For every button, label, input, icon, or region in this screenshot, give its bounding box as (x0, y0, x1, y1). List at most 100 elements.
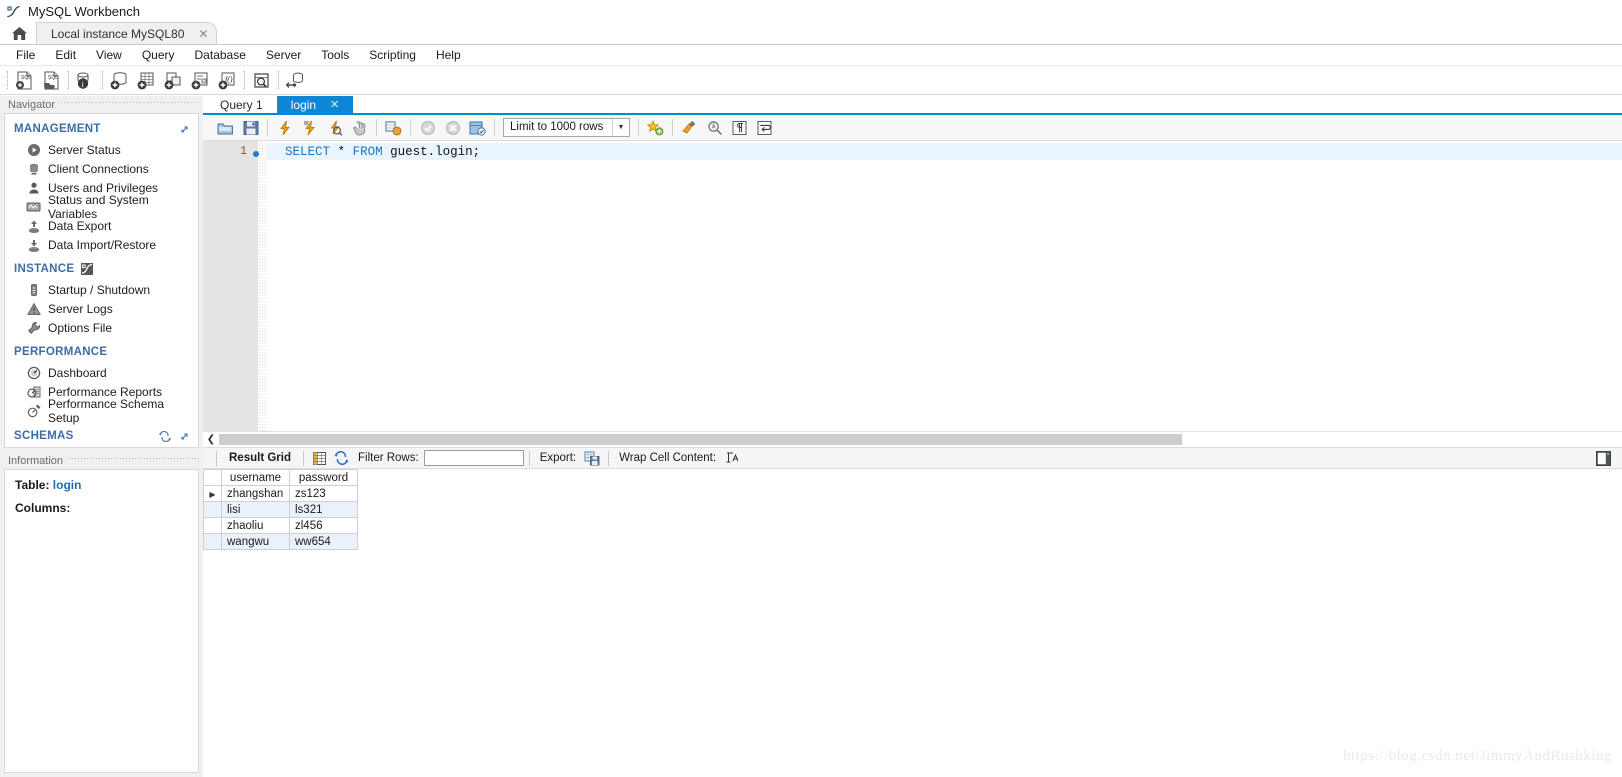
query-toolbar: Limit to 1000 rows ▼ (203, 115, 1622, 141)
table-row[interactable]: wangwu ww654 (203, 533, 358, 550)
find-icon[interactable] (677, 117, 702, 139)
execute-current-statement-icon[interactable] (297, 117, 322, 139)
menu-server[interactable]: Server (256, 46, 311, 64)
open-sql-script-icon[interactable]: SQL (38, 68, 65, 93)
create-table-icon[interactable] (133, 68, 160, 93)
filter-rows-input[interactable] (423, 450, 524, 466)
menu-view[interactable]: View (86, 46, 132, 64)
refresh-icon[interactable] (159, 430, 171, 442)
section-management: MANAGEMENT (5, 114, 198, 140)
information-header-label: Information (8, 454, 64, 467)
toolbar-divider (376, 119, 377, 136)
cell-password[interactable]: zl456 (289, 517, 358, 534)
create-function-icon[interactable]: f() (214, 68, 241, 93)
scrollbar-thumb[interactable] (219, 434, 1182, 445)
sidebar-item-options-file[interactable]: Options File (5, 318, 198, 337)
sidebar-item-label: Server Status (48, 142, 121, 157)
toolbar-divider (68, 71, 69, 89)
open-script-icon[interactable] (213, 117, 238, 139)
sidebar-item-server-logs[interactable]: Server Logs (5, 299, 198, 318)
table-row[interactable]: zhaoliu zl456 (203, 517, 358, 534)
editor-code-line[interactable]: SELECT * FROM guest.login; (267, 143, 1622, 160)
sidebar-item-startup-shutdown[interactable]: Startup / Shutdown (5, 280, 198, 299)
tab-query-1[interactable]: Query 1 (206, 96, 277, 113)
sql-editor[interactable]: 1 SELECT * FROM guest.login; (203, 141, 1622, 431)
toolbar-divider (216, 450, 217, 466)
menu-tools[interactable]: Tools (311, 46, 359, 64)
reconnect-server-icon[interactable] (282, 68, 309, 93)
row-selector[interactable] (203, 501, 222, 518)
row-selector[interactable]: ▶ (203, 485, 222, 502)
wrap-lines-icon[interactable] (752, 117, 777, 139)
cell-username[interactable]: wangwu (221, 533, 290, 550)
sidebar-item-server-status[interactable]: Server Status (5, 140, 198, 159)
collapse-left-icon[interactable]: ❮ (203, 432, 219, 447)
toggle-invisible-chars-icon[interactable] (727, 117, 752, 139)
menu-edit[interactable]: Edit (45, 46, 86, 64)
sidebar-item-dashboard[interactable]: Dashboard (5, 363, 198, 382)
result-grid[interactable]: username password ▶ zhangshan zs123 lisi (203, 469, 1622, 777)
search-icon[interactable] (702, 117, 727, 139)
rollback-icon[interactable] (440, 117, 465, 139)
sidebar-item-label: Startup / Shutdown (48, 282, 151, 297)
result-grid-label[interactable]: Result Grid (222, 452, 298, 464)
column-header-username[interactable]: username (221, 469, 290, 486)
editor-hscrollbar[interactable] (219, 434, 1182, 445)
grid-view-icon[interactable] (309, 449, 331, 468)
menu-file[interactable]: File (6, 46, 45, 64)
execute-icon[interactable] (272, 117, 297, 139)
table-row[interactable]: ▶ zhangshan zs123 (203, 485, 358, 502)
column-header-password[interactable]: password (289, 469, 358, 486)
sidebar-item-label: Data Import/Restore (48, 237, 157, 252)
connection-tab-label: Local instance MySQL80 (51, 26, 185, 41)
cell-password[interactable]: ls321 (289, 501, 358, 518)
cell-username[interactable]: zhangshan (221, 485, 290, 502)
tab-login[interactable]: login ✕ (276, 96, 354, 113)
current-row-arrow-icon: ▶ (209, 489, 216, 499)
sidebar-item-client-connections[interactable]: Client Connections (5, 159, 198, 178)
menu-help[interactable]: Help (426, 46, 471, 64)
toggle-statement-boundary-icon[interactable] (381, 117, 406, 139)
refresh-icon[interactable] (331, 449, 353, 468)
cell-password[interactable]: zs123 (289, 485, 358, 502)
startup-shutdown-icon (25, 282, 42, 298)
row-selector[interactable] (203, 517, 222, 534)
close-icon[interactable]: ✕ (198, 28, 208, 40)
expand-icon[interactable] (179, 431, 190, 442)
wrap-cell-icon[interactable] (721, 449, 743, 468)
connection-info-icon[interactable]: i (72, 68, 99, 93)
create-procedure-icon[interactable] (187, 68, 214, 93)
table-row[interactable]: lisi ls321 (203, 501, 358, 518)
limit-rows-dropdown[interactable]: Limit to 1000 rows ▼ (503, 118, 630, 137)
main-toolbar: SQL SQL i f() (0, 66, 1622, 95)
search-data-icon[interactable] (248, 68, 275, 93)
toggle-side-panel-icon[interactable] (1592, 449, 1614, 468)
explain-icon[interactable] (322, 117, 347, 139)
commit-icon[interactable] (415, 117, 440, 139)
window-title: MySQL Workbench (28, 3, 140, 19)
export-icon[interactable] (581, 449, 603, 468)
save-script-icon[interactable] (238, 117, 263, 139)
chevron-down-icon[interactable]: ▼ (612, 119, 629, 136)
cell-username[interactable]: zhaoliu (221, 517, 290, 534)
autocommit-icon[interactable] (465, 117, 490, 139)
menu-query[interactable]: Query (132, 46, 185, 64)
row-selector[interactable] (203, 533, 222, 550)
expand-icon[interactable] (179, 124, 190, 135)
sidebar-item-status-and-system-variables[interactable]: Status and System Variables (5, 193, 198, 221)
sidebar-item-data-import-restore[interactable]: Data Import/Restore (5, 235, 198, 254)
sql-token-identifier: guest.login; (390, 144, 481, 159)
close-icon[interactable]: ✕ (330, 98, 339, 111)
menu-database[interactable]: Database (185, 46, 256, 64)
menu-scripting[interactable]: Scripting (359, 46, 426, 64)
create-view-icon[interactable] (160, 68, 187, 93)
home-tab-button[interactable] (2, 22, 36, 44)
sidebar-item-performance-schema-setup[interactable]: Performance Schema Setup (5, 397, 198, 425)
connection-tab-local-instance[interactable]: Local instance MySQL80 ✕ (36, 22, 218, 44)
stop-icon[interactable] (347, 117, 372, 139)
new-sql-tab-icon[interactable]: SQL (11, 68, 38, 93)
cell-password[interactable]: ww654 (289, 533, 358, 550)
cell-username[interactable]: lisi (221, 501, 290, 518)
beautify-sql-icon[interactable] (643, 117, 668, 139)
create-schema-icon[interactable] (106, 68, 133, 93)
